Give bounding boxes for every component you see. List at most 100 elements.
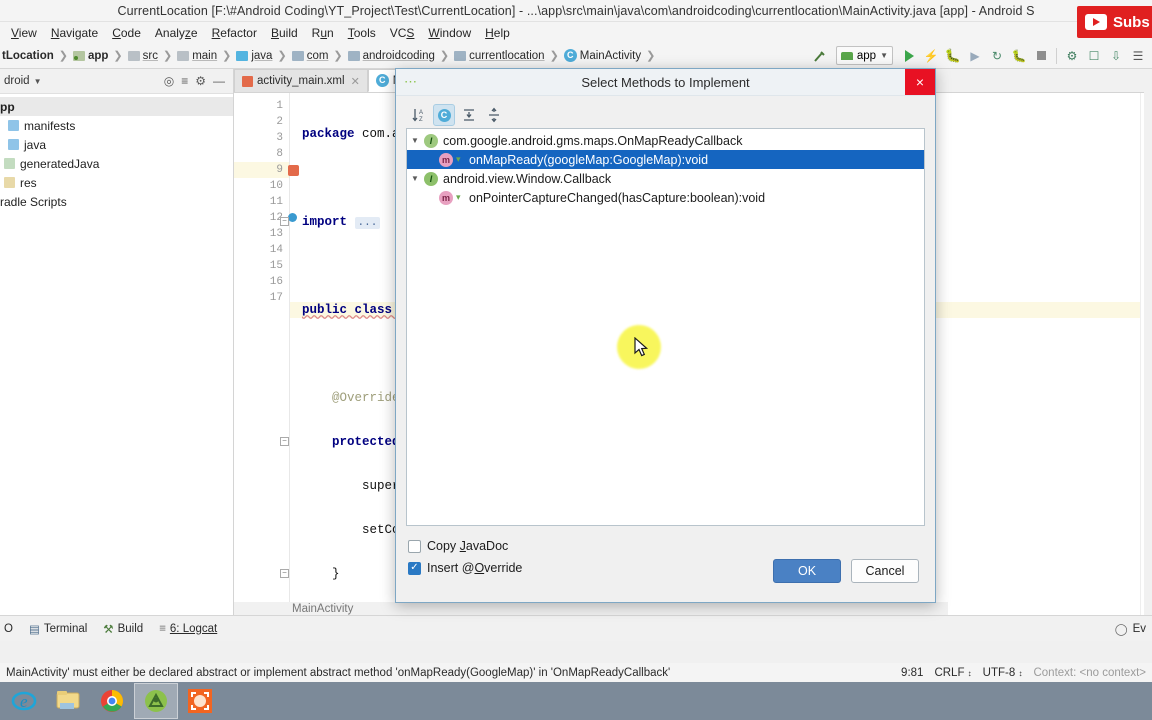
- breadcrumb-item-com[interactable]: com: [290, 49, 331, 63]
- avd-manager-icon[interactable]: ☐: [1084, 46, 1104, 66]
- tool-window-todo[interactable]: O: [4, 623, 13, 635]
- youtube-subscribe-overlay[interactable]: Subs: [1077, 6, 1152, 38]
- build-hammer-icon[interactable]: [810, 46, 830, 66]
- chevron-down-icon[interactable]: ▼: [411, 136, 424, 145]
- context-indicator[interactable]: Context: <no context>: [1033, 667, 1146, 679]
- close-icon[interactable]: ×: [905, 69, 935, 95]
- menu-help[interactable]: Help: [478, 24, 517, 42]
- menu-analyze[interactable]: Analyze: [148, 24, 205, 42]
- project-tree-item-java[interactable]: java: [0, 135, 233, 154]
- tree-node-method-onpointercapturechanged[interactable]: m ▾ onPointerCaptureChanged(hasCapture:b…: [407, 188, 924, 207]
- breadcrumb-item-project[interactable]: tLocation: [0, 49, 56, 63]
- menu-view[interactable]: View: [4, 24, 44, 42]
- line-number: 11: [269, 196, 283, 208]
- show-classes-icon[interactable]: C: [433, 104, 455, 126]
- breadcrumb-separator: ❯: [277, 50, 287, 62]
- window-titlebar: CurrentLocation [F:\#Android Coding\YT_P…: [0, 0, 1152, 22]
- tool-window-terminal[interactable]: ▤ Terminal: [29, 622, 87, 636]
- breadcrumb-item-src[interactable]: src: [126, 49, 160, 63]
- profiler-icon[interactable]: ↻: [987, 46, 1007, 66]
- attach-debugger-icon[interactable]: 🐛: [1009, 46, 1029, 66]
- menu-tools[interactable]: Tools: [341, 24, 383, 42]
- fold-toggle-icon[interactable]: −: [280, 569, 289, 578]
- menu-run[interactable]: Run: [305, 24, 341, 42]
- breadcrumb-separator: ❯: [222, 50, 232, 62]
- taskbar-app-icon[interactable]: [178, 683, 222, 719]
- settings-gear-icon[interactable]: ⚙: [195, 74, 206, 88]
- breadcrumb-item-mainactivity[interactable]: C MainActivity: [562, 48, 643, 63]
- event-log-icon: ◯: [1114, 623, 1128, 636]
- project-tree-item-manifests[interactable]: manifests: [0, 116, 233, 135]
- line-number-gutter: 1 2 3 8 9 10 11 12 13 14 15 16 17: [234, 93, 299, 615]
- breadcrumb-item-app[interactable]: app: [71, 49, 110, 63]
- project-tree-item-res[interactable]: res: [0, 173, 233, 192]
- menu-window[interactable]: Window: [421, 24, 478, 42]
- locate-icon[interactable]: ◎: [164, 74, 174, 88]
- folder-icon: [8, 120, 19, 131]
- menu-code[interactable]: Code: [105, 24, 148, 42]
- fold-toggle-icon[interactable]: −: [280, 437, 289, 446]
- generated-folder-icon: [4, 158, 15, 169]
- apply-changes-icon[interactable]: ⚡: [921, 46, 941, 66]
- expand-all-icon[interactable]: [458, 104, 480, 126]
- breadcrumb-label: app: [87, 49, 109, 62]
- copy-javadoc-option[interactable]: Copy JavaDoc: [408, 535, 923, 557]
- collapse-all-icon[interactable]: [483, 104, 505, 126]
- sort-alphabetically-icon[interactable]: A Z: [408, 104, 430, 126]
- menu-refactor[interactable]: Refactor: [205, 24, 264, 42]
- folded-imports[interactable]: ...: [354, 217, 381, 229]
- event-log-label[interactable]: Ev: [1133, 623, 1146, 635]
- ok-button[interactable]: OK: [773, 559, 841, 583]
- run-icon[interactable]: [899, 46, 919, 66]
- breadcrumb-item-java[interactable]: java: [234, 49, 274, 63]
- methods-tree[interactable]: ▼ I com.google.android.gms.maps.OnMapRea…: [406, 128, 925, 526]
- line-number: 2: [276, 116, 283, 128]
- chevron-down-icon[interactable]: ▼: [411, 174, 424, 183]
- checkbox[interactable]: ✓: [408, 561, 421, 575]
- tree-node-label: onPointerCaptureChanged(hasCapture:boole…: [469, 190, 766, 205]
- tool-window-build[interactable]: ⚒ Build: [103, 622, 143, 636]
- encoding-selector[interactable]: UTF-8 ↕: [983, 667, 1023, 679]
- sdk-manager-icon[interactable]: ⚙: [1062, 46, 1082, 66]
- select-methods-dialog[interactable]: ⋯ Select Methods to Implement × A Z C ▼ …: [395, 68, 936, 603]
- copy-javadoc-label: Copy JavaDoc: [427, 539, 509, 553]
- taskbar-internet-explorer-icon[interactable]: e: [2, 683, 46, 719]
- taskbar-google-chrome-icon[interactable]: [90, 683, 134, 719]
- project-view-selector[interactable]: droid: [4, 75, 30, 87]
- more-toolbar-icon[interactable]: ☰: [1128, 46, 1148, 66]
- breadcrumb-item-main[interactable]: main: [175, 49, 219, 63]
- run-coverage-icon[interactable]: ▶: [965, 46, 985, 66]
- menu-navigate[interactable]: Navigate: [44, 24, 105, 42]
- chevron-down-icon[interactable]: ▼: [34, 77, 42, 86]
- tool-window-logcat[interactable]: ≡ 6: Logcat: [159, 623, 217, 635]
- tree-node-interface-window-callback[interactable]: ▼ I android.view.Window.Callback: [407, 169, 924, 188]
- cancel-button[interactable]: Cancel: [851, 559, 919, 583]
- fold-toggle-icon[interactable]: −: [280, 217, 289, 226]
- project-tree-item-gradle-scripts[interactable]: radle Scripts: [0, 192, 233, 211]
- tree-node-method-onmapready[interactable]: m ▾ onMapReady(googleMap:GoogleMap):void: [407, 150, 924, 169]
- taskbar-android-studio-icon[interactable]: [134, 683, 178, 719]
- caret-position[interactable]: 9:81: [901, 667, 923, 679]
- stop-icon[interactable]: [1031, 46, 1051, 66]
- hide-panel-icon[interactable]: —: [213, 74, 225, 88]
- status-message: MainActivity' must either be declared ab…: [6, 666, 671, 679]
- project-tree-item-generatedjava[interactable]: generatedJava: [0, 154, 233, 173]
- menu-build[interactable]: Build: [264, 24, 305, 42]
- project-tree-item-app[interactable]: pp: [0, 97, 233, 116]
- tool-window-label: O: [4, 622, 13, 635]
- menu-vcs[interactable]: VCS: [383, 24, 422, 42]
- interface-icon: I: [424, 133, 438, 148]
- breadcrumb-item-androidcoding[interactable]: androidcoding: [346, 49, 437, 63]
- taskbar-file-explorer-icon[interactable]: [46, 683, 90, 719]
- line-separator-selector[interactable]: CRLF ↕: [934, 667, 971, 679]
- collapse-all-icon[interactable]: ≡: [181, 74, 188, 88]
- logcat-icon: ≡: [159, 622, 166, 635]
- checkbox[interactable]: [408, 539, 421, 553]
- breadcrumb-item-currentlocation[interactable]: currentlocation: [452, 49, 546, 63]
- debug-icon[interactable]: 🐛: [943, 46, 963, 66]
- close-icon[interactable]: ✕: [351, 75, 360, 88]
- editor-tab-activity-main-xml[interactable]: activity_main.xml ✕: [234, 69, 368, 92]
- sync-gradle-icon[interactable]: ⇩: [1106, 46, 1126, 66]
- tree-node-interface-onmapreadycallback[interactable]: ▼ I com.google.android.gms.maps.OnMapRea…: [407, 131, 924, 150]
- run-configuration-selector[interactable]: app ▼: [835, 46, 893, 65]
